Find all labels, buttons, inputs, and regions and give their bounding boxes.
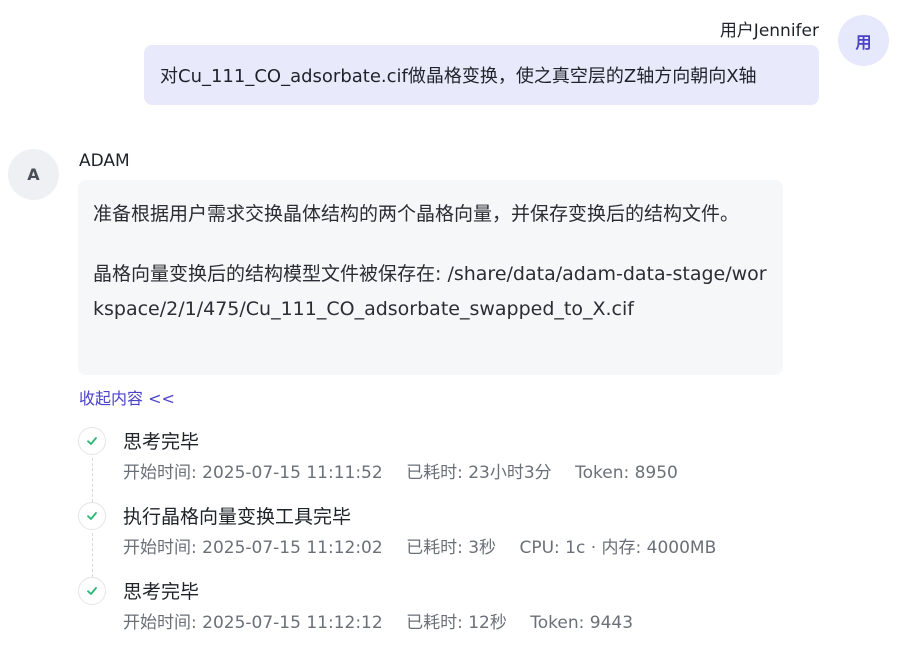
step-meta: 开始时间: 2025-07-15 11:11:52 已耗时: 23小时3分 To… [123,458,678,483]
check-icon [78,502,106,530]
check-icon [78,427,106,455]
step-start-time: 开始时间: 2025-07-15 11:12:02 [123,538,383,558]
assistant-paragraph: 准备根据用户需求交换晶体结构的两个晶格向量，并保存变换后的结构文件。 [93,203,740,225]
collapse-content-link[interactable]: 收起内容 << [79,385,175,409]
step-elapsed: 已耗时: 12秒 [406,613,507,633]
user-message-bubble: 对Cu_111_CO_adsorbate.cif做晶格变换，使之真空层的Z轴方向… [144,45,819,105]
user-message-text: 对Cu_111_CO_adsorbate.cif做晶格变换，使之真空层的Z轴方向… [160,66,757,87]
user-avatar: 用 [838,15,889,66]
step-extra: Token: 8950 [575,463,678,483]
assistant-message-bubble: 准备根据用户需求交换晶体结构的两个晶格向量，并保存变换后的结构文件。 晶格向量变… [78,180,783,375]
step-title: 思考完毕 [123,431,200,453]
step-title: 执行晶格向量变换工具完毕 [123,506,352,528]
step-meta: 开始时间: 2025-07-15 11:12:12 已耗时: 12秒 Token… [123,608,633,633]
step-connector [92,533,93,577]
step-meta: 开始时间: 2025-07-15 11:12:02 已耗时: 3秒 CPU: 1… [123,533,716,558]
assistant-avatar: A [8,149,59,200]
step-extra: CPU: 1c · 内存: 4000MB [519,538,717,558]
step-connector [92,458,93,502]
check-icon [78,577,106,605]
user-name: 用户Jennifer [719,21,819,41]
step-title: 思考完毕 [123,581,200,603]
step-elapsed: 已耗时: 23小时3分 [406,463,552,483]
assistant-name: ADAM [79,151,130,171]
step-start-time: 开始时间: 2025-07-15 11:11:52 [123,463,383,483]
step-elapsed: 已耗时: 3秒 [406,538,497,558]
step-start-time: 开始时间: 2025-07-15 11:12:12 [123,613,383,633]
chat-page: 用户Jennifer 用 对Cu_111_CO_adsorbate.cif做晶格… [0,0,897,652]
assistant-paragraph-path: 晶格向量变换后的结构模型文件被保存在: /share/data/adam-dat… [93,263,767,320]
step-extra: Token: 9443 [530,613,634,633]
